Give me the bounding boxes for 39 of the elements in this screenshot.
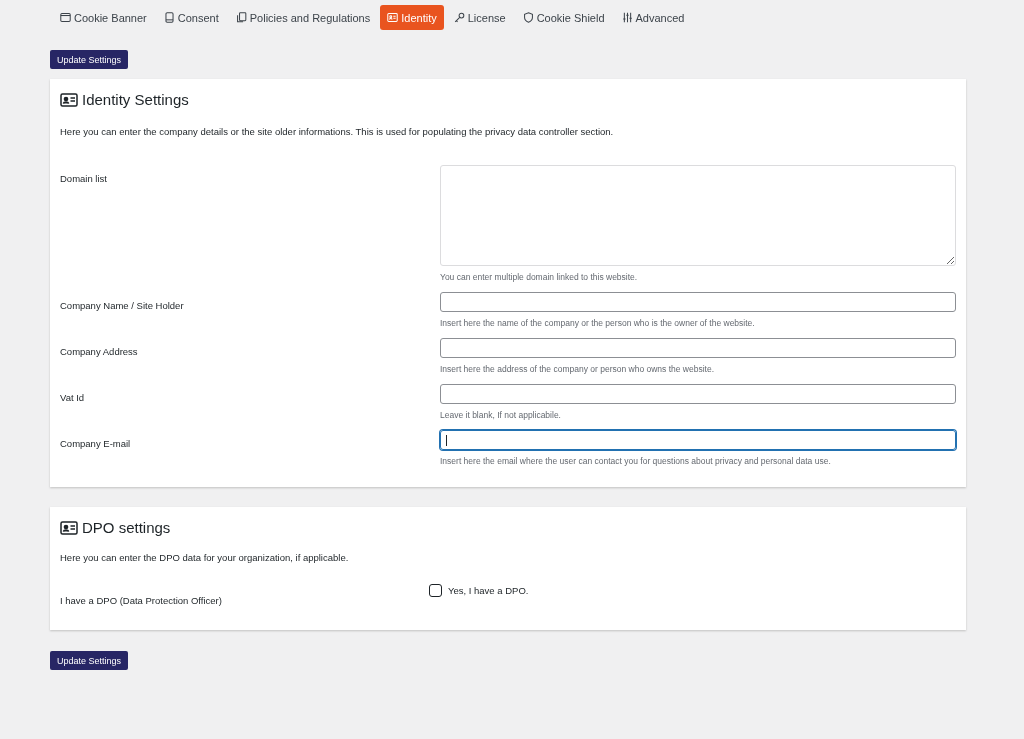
tab[interactable]: Advanced <box>614 5 692 30</box>
help-text: Leave it blank, If not applicabile. <box>440 409 562 421</box>
sliders-icon <box>621 12 633 23</box>
id-card-icon <box>60 520 78 535</box>
input-field[interactable] <box>440 384 956 404</box>
id-card-icon <box>387 12 399 23</box>
section-title: Identity Settings <box>82 91 189 108</box>
update-settings-button[interactable]: Update Settings <box>50 651 129 670</box>
field-label: I have a DPO (Data Protection Officer) <box>60 594 223 606</box>
help-text: You can enter multiple domain linked to this website. <box>440 271 639 283</box>
documents-icon <box>235 12 247 23</box>
input-field[interactable] <box>440 430 956 450</box>
field-label: Company Name / Site Holder <box>60 299 185 313</box>
shield-icon <box>522 12 534 23</box>
update-settings-button[interactable]: Update Settings <box>50 50 129 69</box>
tab[interactable]: Policies and Regulations <box>228 5 378 30</box>
tablet-icon <box>163 12 175 23</box>
section-description: Here you can enter the DPO data for your organization, if applicable. <box>60 552 350 563</box>
input-field[interactable] <box>440 338 956 358</box>
window-icon <box>60 12 71 23</box>
help-text: Insert here the email where the user can contact you for questions about privacy and personal data use. <box>440 455 832 467</box>
input-field[interactable] <box>440 292 956 312</box>
field-label: Company Address <box>60 345 139 359</box>
tab[interactable]: Identity <box>380 5 444 30</box>
id-card-icon <box>60 92 78 107</box>
section-description: Here you can enter the company details or the site older informations. This is used for populating the privacy data controller section. <box>60 126 615 137</box>
checkbox-label[interactable]: Yes, I have a DPO. <box>448 585 529 596</box>
tab[interactable]: Cookie Shield <box>515 5 612 30</box>
field-label: Vat Id <box>60 391 86 405</box>
checkbox[interactable] <box>429 584 442 597</box>
field-label: Domain list <box>60 172 108 186</box>
help-text: Insert here the name of the company or the person who is the owner of the website. <box>440 317 756 329</box>
help-text: Insert here the address of the company or person who owns the website. <box>440 363 716 375</box>
tab[interactable]: License <box>446 5 513 30</box>
section-title: DPO settings <box>82 519 171 536</box>
tab[interactable]: Consent <box>156 5 226 30</box>
tab[interactable]: Cookie Banner <box>53 5 154 30</box>
field-label: Company E-mail <box>60 437 132 451</box>
key-icon <box>453 12 465 23</box>
